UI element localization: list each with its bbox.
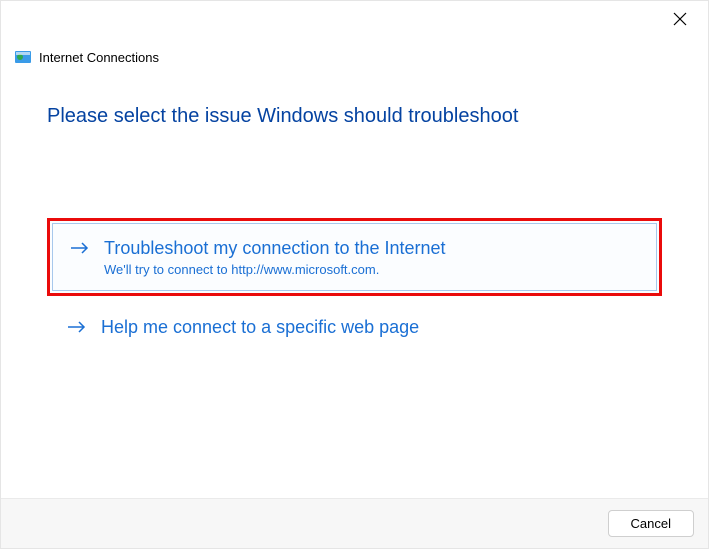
arrow-right-icon (70, 240, 90, 261)
footer: Cancel (1, 498, 708, 548)
arrow-right-icon (67, 319, 87, 340)
titlebar (1, 1, 708, 41)
close-button[interactable] (670, 9, 690, 29)
window-title: Internet Connections (39, 50, 159, 65)
window-header: Internet Connections (1, 41, 708, 65)
cancel-button[interactable]: Cancel (608, 510, 694, 537)
app-icon (15, 49, 31, 65)
close-icon (673, 12, 687, 26)
option-subtitle: We'll try to connect to http://www.micro… (104, 262, 446, 277)
content-area: Please select the issue Windows should t… (1, 65, 708, 354)
option-text: Help me connect to a specific web page (101, 316, 419, 339)
option-specific-webpage[interactable]: Help me connect to a specific web page (47, 302, 662, 354)
option-text: Troubleshoot my connection to the Intern… (104, 237, 446, 277)
page-heading: Please select the issue Windows should t… (47, 105, 662, 128)
option-troubleshoot-internet[interactable]: Troubleshoot my connection to the Intern… (47, 218, 662, 296)
option-title: Help me connect to a specific web page (101, 316, 419, 339)
option-title: Troubleshoot my connection to the Intern… (104, 237, 446, 260)
